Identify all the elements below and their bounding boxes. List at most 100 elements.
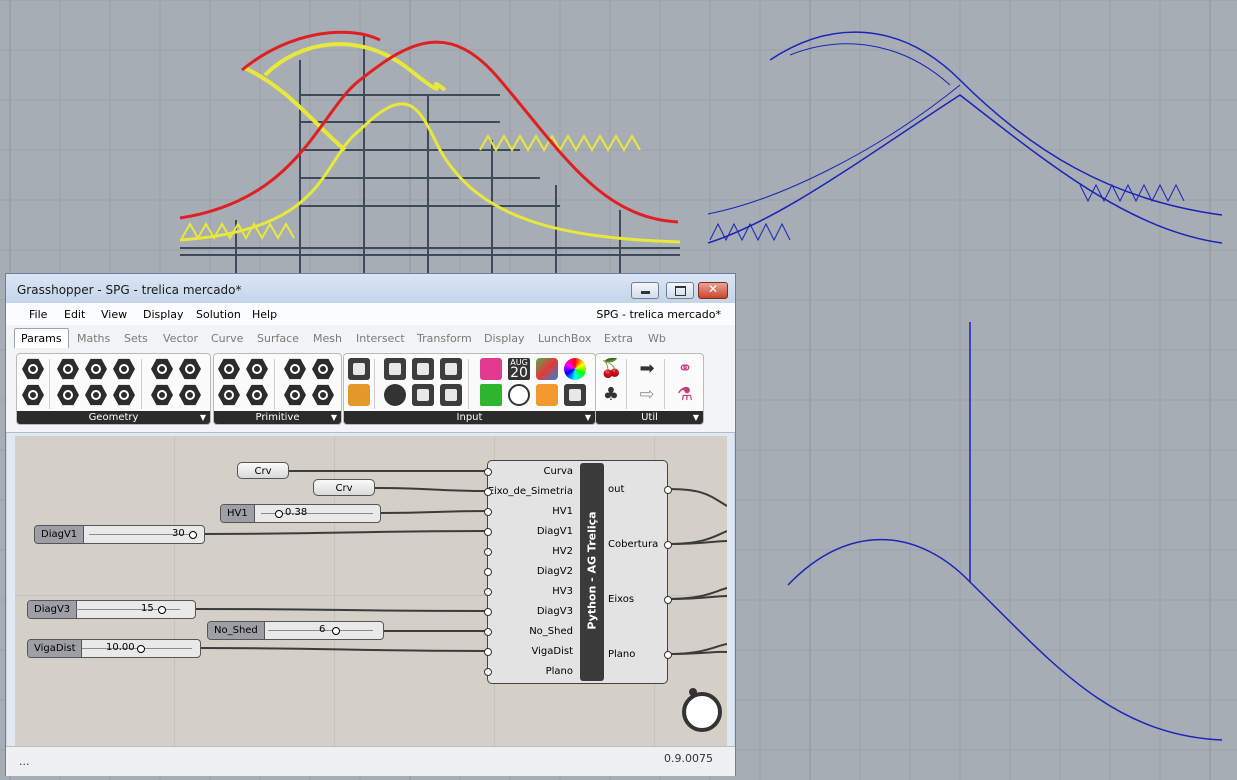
- input-port[interactable]: [484, 628, 492, 636]
- cluster-icon[interactable]: ⚭: [674, 358, 696, 380]
- gradient-icon[interactable]: [480, 358, 502, 380]
- slider-grip[interactable]: [158, 606, 166, 614]
- tab-surface[interactable]: Surface: [257, 332, 299, 345]
- curve-param-2[interactable]: Crv: [313, 479, 375, 496]
- input-port[interactable]: [484, 608, 492, 616]
- navigation-dial[interactable]: [682, 688, 722, 732]
- curve-icon[interactable]: [113, 358, 135, 380]
- output-port[interactable]: [664, 596, 672, 604]
- unit-icon[interactable]: [312, 358, 334, 380]
- calendar-icon[interactable]: AUG 20: [508, 358, 530, 380]
- flask-icon[interactable]: ⚗: [674, 384, 696, 406]
- value-list-icon[interactable]: [440, 384, 462, 406]
- color-swatch-icon[interactable]: [536, 358, 558, 380]
- menu-display[interactable]: Display: [143, 308, 184, 321]
- input-port[interactable]: [484, 648, 492, 656]
- slider-grip[interactable]: [275, 510, 283, 518]
- group-label-primitive[interactable]: Primitive ▼: [214, 411, 341, 424]
- arc-icon[interactable]: [85, 358, 107, 380]
- output-port[interactable]: [664, 651, 672, 659]
- point-icon[interactable]: [22, 358, 44, 380]
- color-wheel-icon[interactable]: [564, 358, 586, 380]
- surface-icon[interactable]: [179, 384, 201, 406]
- slider-hv1[interactable]: HV1 0.38: [220, 504, 381, 523]
- grasshopper-window[interactable]: Grasshopper - SPG - trelica mercado* ✕ F…: [5, 273, 736, 776]
- output-port[interactable]: [664, 541, 672, 549]
- curve-graph-icon[interactable]: [564, 384, 586, 406]
- tab-mesh[interactable]: Mesh: [313, 332, 342, 345]
- tab-params[interactable]: Params: [14, 328, 69, 348]
- component-name-bar[interactable]: Python - AG Treliça: [580, 463, 604, 681]
- input-port[interactable]: [484, 468, 492, 476]
- vector-icon[interactable]: [22, 384, 44, 406]
- box-icon[interactable]: [151, 358, 173, 380]
- arrow-right-icon[interactable]: ➡: [636, 358, 658, 380]
- tab-lunchbox[interactable]: LunchBox: [538, 332, 591, 345]
- menu-solution[interactable]: Solution: [196, 308, 241, 321]
- tab-wb[interactable]: Wb: [648, 332, 666, 345]
- rectangle-icon[interactable]: [113, 384, 135, 406]
- list-icon[interactable]: [412, 384, 434, 406]
- menu-file[interactable]: File: [29, 308, 47, 321]
- output-port[interactable]: [664, 486, 672, 494]
- slider-grip[interactable]: [189, 531, 197, 539]
- menu-help[interactable]: Help: [252, 308, 277, 321]
- number-icon[interactable]: [246, 358, 268, 380]
- input-port[interactable]: [484, 548, 492, 556]
- clock-icon[interactable]: [508, 384, 530, 406]
- line-icon[interactable]: [57, 384, 79, 406]
- tab-curve[interactable]: Curve: [211, 332, 243, 345]
- curve-param-1[interactable]: Crv: [237, 462, 289, 479]
- mesh-icon[interactable]: [179, 358, 201, 380]
- tab-sets[interactable]: Sets: [124, 332, 148, 345]
- slider-vigadist[interactable]: VigaDist 10.00: [27, 639, 201, 658]
- grasshopper-canvas[interactable]: Crv Crv HV1 0.38 DiagV1 30 DiagV3 15 No_…: [15, 436, 727, 746]
- boolean-icon[interactable]: [218, 358, 240, 380]
- import-icon[interactable]: [536, 384, 558, 406]
- brep-icon[interactable]: [151, 384, 173, 406]
- input-port[interactable]: [484, 488, 492, 496]
- arrow-outline-icon[interactable]: ⇨: [636, 384, 658, 406]
- python-component[interactable]: Curva Eixo_de_Simetria HV1 DiagV1 HV2 Di…: [484, 460, 672, 684]
- button-icon[interactable]: [440, 358, 462, 380]
- slider-diagv3[interactable]: DiagV3 15: [27, 600, 196, 619]
- tab-vector[interactable]: Vector: [163, 332, 198, 345]
- title-bar[interactable]: Grasshopper - SPG - trelica mercado* ✕: [6, 274, 735, 303]
- close-button[interactable]: ✕: [698, 282, 728, 299]
- toggle-icon[interactable]: [384, 358, 406, 380]
- slider-no-shed[interactable]: No_Shed 6: [207, 621, 384, 640]
- input-port[interactable]: [484, 528, 492, 536]
- slider-diagv1[interactable]: DiagV1 30: [34, 525, 205, 544]
- matrix-icon[interactable]: [480, 384, 502, 406]
- graph-mapper-icon[interactable]: [348, 384, 370, 406]
- group-label-geometry[interactable]: Geometry ▼: [17, 411, 210, 424]
- minimize-button[interactable]: [631, 282, 659, 299]
- panel-icon[interactable]: [348, 358, 370, 380]
- tab-transform[interactable]: Transform: [417, 332, 472, 345]
- slider-grip[interactable]: [332, 627, 340, 635]
- group-label-input[interactable]: Input ▼: [344, 411, 595, 424]
- circle-icon[interactable]: [57, 358, 79, 380]
- polyline-icon[interactable]: [85, 384, 107, 406]
- input-port[interactable]: [484, 568, 492, 576]
- group-label-util[interactable]: Util ▼: [596, 411, 703, 424]
- input-port[interactable]: [484, 588, 492, 596]
- integer-icon[interactable]: [218, 384, 240, 406]
- text-icon[interactable]: [246, 384, 268, 406]
- tab-maths[interactable]: Maths: [77, 332, 110, 345]
- maximize-button[interactable]: [666, 282, 694, 299]
- input-port[interactable]: [484, 668, 492, 676]
- tab-extra[interactable]: Extra: [604, 332, 633, 345]
- shader-icon[interactable]: [284, 384, 306, 406]
- tree-icon[interactable]: ♣: [600, 384, 622, 406]
- selected-curve-arch[interactable]: [241, 30, 381, 72]
- tab-display[interactable]: Display: [484, 332, 525, 345]
- knob-icon[interactable]: [384, 384, 406, 406]
- slider-grip[interactable]: [137, 645, 145, 653]
- field-icon[interactable]: [284, 358, 306, 380]
- cherry-icon[interactable]: 🍒: [600, 358, 622, 380]
- input-port[interactable]: [484, 508, 492, 516]
- domain-icon[interactable]: [312, 384, 334, 406]
- tab-intersect[interactable]: Intersect: [356, 332, 405, 345]
- slider-icon[interactable]: [412, 358, 434, 380]
